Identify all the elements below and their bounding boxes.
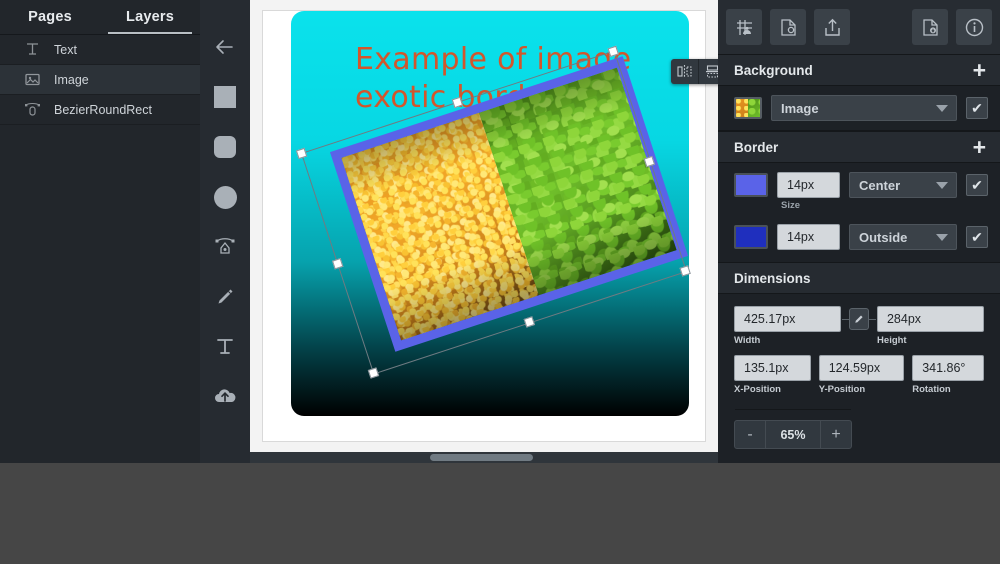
border-row-2: 14px Outside ✔ bbox=[718, 211, 1000, 252]
save-document-icon[interactable] bbox=[912, 9, 948, 45]
zoom-level-value[interactable]: 65% bbox=[765, 421, 821, 448]
layer-item-label: Image bbox=[54, 72, 89, 87]
rotation-input[interactable]: 341.86° bbox=[912, 355, 985, 381]
ellipse-tool-icon[interactable] bbox=[200, 172, 250, 222]
chevron-down-icon bbox=[936, 105, 948, 112]
canvas-hscroll-thumb[interactable] bbox=[430, 454, 533, 461]
layer-item-text[interactable]: Text bbox=[0, 35, 200, 65]
border-color-swatch[interactable] bbox=[734, 173, 768, 197]
border-position-value: Center bbox=[859, 177, 901, 193]
zoom-control: - 65% + bbox=[734, 409, 852, 449]
bezier-icon bbox=[24, 101, 41, 118]
border-enabled-checkbox[interactable]: ✔ bbox=[966, 174, 988, 196]
background-type-value: Image bbox=[781, 100, 819, 116]
border-enabled-checkbox[interactable]: ✔ bbox=[966, 226, 988, 248]
border-position-value: Outside bbox=[859, 229, 908, 245]
tools-toolbar bbox=[200, 0, 250, 463]
grid-snap-icon[interactable] bbox=[726, 9, 762, 45]
text-tool-icon[interactable] bbox=[200, 322, 250, 372]
background-type-select[interactable]: Image bbox=[771, 95, 957, 121]
border-section-header: Border + bbox=[718, 131, 1000, 163]
zoom-out-button[interactable]: - bbox=[735, 421, 765, 448]
layers-panel: Pages Layers Text Image BezierRoundRect bbox=[0, 0, 200, 463]
border-size-input[interactable]: 14px bbox=[777, 172, 840, 198]
align-popout-toolbar bbox=[671, 59, 718, 84]
link-ratio-icon[interactable] bbox=[842, 308, 876, 330]
background-title: Background bbox=[734, 62, 813, 78]
y-position-label: Y-Position bbox=[818, 384, 866, 395]
tab-layers[interactable]: Layers bbox=[100, 0, 200, 34]
thumb-right bbox=[748, 99, 760, 117]
width-input[interactable]: 425.17px bbox=[734, 306, 842, 332]
chevron-down-icon bbox=[936, 234, 948, 241]
canvas-area[interactable]: Example of image exotic border bbox=[250, 0, 718, 463]
layer-item-bezierroundrect[interactable]: BezierRoundRect bbox=[0, 95, 200, 125]
size-captions: Width Height bbox=[734, 335, 984, 346]
border-position-select[interactable]: Outside bbox=[849, 224, 957, 250]
upload-tool-icon[interactable] bbox=[200, 372, 250, 422]
x-position-input[interactable]: 135.1px bbox=[734, 355, 811, 381]
x-position-label: X-Position bbox=[734, 384, 781, 395]
pen-tool-icon[interactable] bbox=[200, 222, 250, 272]
position-line: 135.1px 124.59px 341.86° bbox=[734, 355, 985, 381]
size-line: 425.17px 284px bbox=[734, 306, 984, 332]
background-section-header: Background + bbox=[718, 54, 1000, 86]
dimensions-title: Dimensions bbox=[734, 270, 811, 286]
layer-item-image[interactable]: Image bbox=[0, 65, 200, 95]
tab-layers-label: Layers bbox=[126, 9, 174, 25]
share-export-icon[interactable] bbox=[814, 9, 850, 45]
align-horizontal-left-icon[interactable] bbox=[671, 59, 698, 84]
back-arrow-icon[interactable] bbox=[200, 22, 250, 72]
zoom-divider bbox=[735, 409, 851, 410]
chevron-down-icon bbox=[936, 182, 948, 189]
dimensions-section-header: Dimensions bbox=[718, 262, 1000, 294]
info-icon[interactable] bbox=[956, 9, 992, 45]
zoom-in-button[interactable]: + bbox=[821, 421, 851, 448]
dimensions-grid: 425.17px 284px Width Height 135.1px 124.… bbox=[718, 294, 1000, 399]
border-size-input[interactable]: 14px bbox=[777, 224, 840, 250]
layer-item-label: Text bbox=[54, 42, 77, 57]
tab-pages[interactable]: Pages bbox=[0, 0, 100, 34]
border-title: Border bbox=[734, 139, 779, 155]
document-toolbar bbox=[718, 0, 1000, 54]
position-captions: X-Position Y-Position Rotation bbox=[734, 384, 984, 395]
border-color-swatch[interactable] bbox=[734, 225, 768, 249]
tab-pages-label: Pages bbox=[28, 9, 72, 25]
panel-tabs: Pages Layers bbox=[0, 0, 200, 34]
caption-bar: Vectr has may popout UI elements bbox=[0, 463, 1000, 564]
rounded-rectangle-tool-icon[interactable] bbox=[200, 122, 250, 172]
image-icon bbox=[24, 71, 41, 88]
y-position-input[interactable]: 124.59px bbox=[818, 355, 905, 381]
background-image-thumbnail[interactable] bbox=[734, 97, 762, 119]
height-input[interactable]: 284px bbox=[876, 306, 984, 332]
pencil-tool-icon[interactable] bbox=[200, 272, 250, 322]
circle-shape bbox=[213, 185, 237, 209]
background-enabled-checkbox[interactable]: ✔ bbox=[966, 97, 988, 119]
height-label: Height bbox=[877, 335, 907, 346]
align-horizontal-group bbox=[671, 59, 718, 84]
app-root: Pages Layers Text Image BezierRoundRect bbox=[0, 0, 1000, 564]
width-label: Width bbox=[734, 335, 761, 346]
text-icon bbox=[24, 41, 41, 58]
rotation-label: Rotation bbox=[912, 384, 951, 395]
document-settings-icon[interactable] bbox=[770, 9, 806, 45]
rectangle-shape bbox=[214, 86, 236, 108]
align-horizontal-center-icon[interactable] bbox=[698, 59, 718, 84]
border-size-label: Size bbox=[781, 200, 801, 211]
add-border-button[interactable]: + bbox=[973, 135, 986, 159]
layer-item-label: BezierRoundRect bbox=[54, 102, 152, 117]
border-position-select[interactable]: Center bbox=[849, 172, 957, 198]
border-row-1: 14px Center ✔ bbox=[718, 163, 1000, 200]
properties-panel: Background + Image ✔ Border + 14px Cente… bbox=[718, 0, 1000, 463]
canvas-page[interactable]: Example of image exotic border bbox=[262, 10, 706, 442]
rectangle-tool-icon[interactable] bbox=[200, 72, 250, 122]
thumb-left bbox=[736, 99, 748, 117]
rounded-rect-shape bbox=[214, 136, 236, 158]
add-background-button[interactable]: + bbox=[973, 58, 986, 82]
background-row: Image ✔ bbox=[718, 86, 1000, 130]
